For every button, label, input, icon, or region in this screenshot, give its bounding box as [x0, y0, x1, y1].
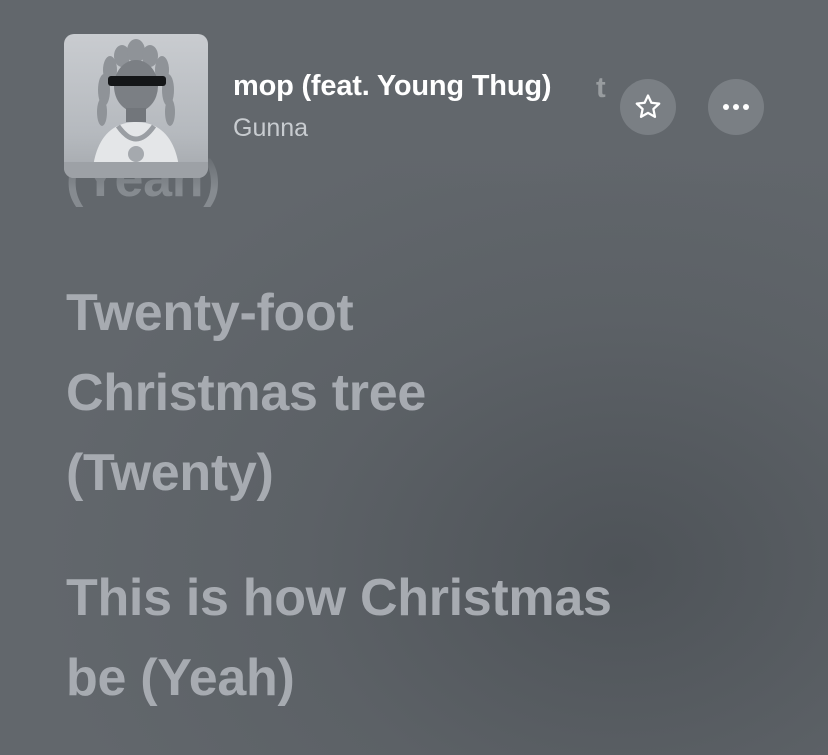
- ellipsis-icon: [723, 104, 749, 110]
- lyric-line[interactable]: (Twenty): [66, 442, 274, 504]
- track-title[interactable]: mop (feat. Young Thug): [233, 70, 552, 103]
- lyric-line[interactable]: Twenty-foot: [66, 282, 354, 344]
- track-artist[interactable]: Gunna: [233, 114, 308, 143]
- lyric-line[interactable]: Christmas tree: [66, 362, 426, 424]
- track-title-overflow: t: [596, 72, 606, 102]
- lyric-line[interactable]: be (Yeah): [66, 647, 295, 709]
- lyric-line[interactable]: This is how Christmas: [66, 567, 612, 629]
- now-playing-header: mop (feat. Young Thug) t Gunna: [0, 0, 828, 190]
- star-outline-icon: [635, 94, 661, 118]
- album-artwork-image: [64, 39, 208, 178]
- more-options-button[interactable]: [708, 79, 764, 135]
- album-artwork[interactable]: [64, 34, 208, 178]
- favorite-button[interactable]: [620, 79, 676, 135]
